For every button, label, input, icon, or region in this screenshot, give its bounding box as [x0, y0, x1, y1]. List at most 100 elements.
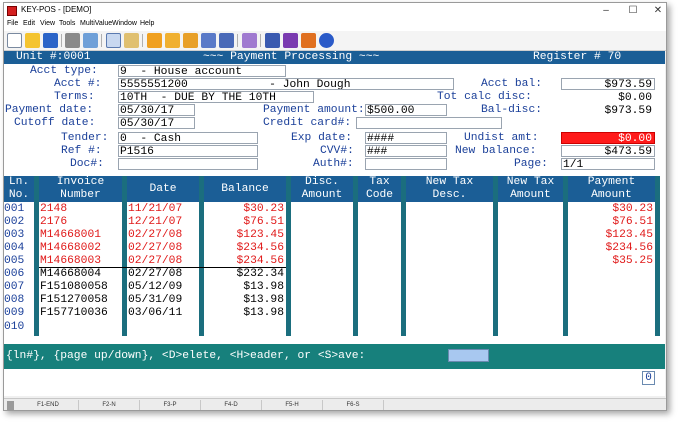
row-number: 006: [4, 268, 25, 280]
exp-date-field[interactable]: ####: [365, 132, 447, 144]
preview-icon[interactable]: [83, 33, 98, 48]
toolbar-separator: [61, 34, 62, 47]
register-number: Register # 70: [533, 51, 622, 63]
menu-edit[interactable]: Edit: [23, 20, 35, 27]
fkey-f2[interactable]: F2-N: [79, 400, 140, 410]
folder-open-icon[interactable]: [183, 33, 198, 48]
folder-star-icon[interactable]: [165, 33, 180, 48]
credit-card-field[interactable]: [356, 117, 502, 129]
report-icon[interactable]: [201, 33, 216, 48]
window-title: KEY-POS - [DEMO]: [21, 5, 92, 14]
invoice-number: M14668004: [40, 268, 102, 280]
invoice-date: 12/21/07: [128, 216, 183, 228]
terms-field[interactable]: 10TH - DUE BY THE 10TH: [118, 91, 314, 103]
invoice-number: M14668001: [40, 229, 102, 241]
fkey-f4[interactable]: F4-D: [201, 400, 262, 410]
invoice-date: 02/27/08: [128, 242, 183, 254]
row-number: 003: [4, 229, 25, 241]
col-header-ln: Ln. No.: [4, 176, 34, 202]
menu-help[interactable]: Help: [140, 20, 154, 27]
fkey-f5[interactable]: F5-H: [262, 400, 323, 410]
col-header-payment-amount: Payment Amount: [568, 176, 655, 202]
row-number: 005: [4, 255, 25, 267]
column-divider: [122, 176, 127, 336]
acct-type-label: Acct type:: [30, 65, 98, 77]
tender-field[interactable]: 0 - Cash: [118, 132, 258, 144]
toolbar-separator: [101, 34, 102, 47]
acct-bal-label: Acct bal:: [481, 78, 543, 90]
cvv-field[interactable]: ###: [365, 145, 447, 157]
paid-divider-line: [39, 267, 286, 268]
menu-tools[interactable]: Tools: [59, 20, 75, 27]
page-field: 1/1: [561, 158, 655, 170]
page-label: Page:: [514, 158, 548, 170]
terms-label: Terms:: [54, 91, 95, 103]
doc-field[interactable]: [118, 158, 258, 170]
status-icon: [7, 401, 14, 410]
invoice-number: F151270058: [40, 294, 108, 306]
folder-arrow-icon[interactable]: [147, 33, 162, 48]
invoice-date: 02/27/08: [128, 268, 183, 280]
invoice-date: 02/27/08: [128, 229, 183, 241]
invoice-balance: $232.34: [236, 268, 284, 280]
col-header-date: Date: [127, 176, 199, 202]
menu-window[interactable]: Window: [112, 20, 137, 27]
acct-number-field[interactable]: 5555551200 - John Dough: [118, 78, 454, 90]
auth-field[interactable]: [365, 158, 447, 170]
paste-icon[interactable]: [124, 33, 139, 48]
col-header-balance: Balance: [204, 176, 286, 202]
invoice-date: 03/06/11: [128, 307, 183, 319]
column-divider: [655, 176, 660, 336]
help-icon[interactable]: [319, 33, 334, 48]
menu-multivalue[interactable]: MultiValue: [80, 20, 112, 27]
invoice-number: M14668002: [40, 242, 102, 254]
payment-amount: $234.56: [605, 242, 653, 254]
toolbar-separator: [142, 34, 143, 47]
new-document-icon[interactable]: [7, 33, 22, 48]
command-input[interactable]: [448, 349, 489, 362]
acct-number-label: Acct #:: [54, 78, 102, 90]
unit-number: Unit #:0001: [16, 51, 91, 63]
menu-file[interactable]: File: [7, 20, 18, 27]
cutoff-date-label: Cutoff date:: [14, 117, 96, 129]
fkey-f3[interactable]: F3-P: [140, 400, 201, 410]
payment-amount-field[interactable]: $500.00: [365, 104, 447, 116]
settings-gear-icon[interactable]: [242, 33, 257, 48]
form-icon[interactable]: [219, 33, 234, 48]
auth-label: Auth#:: [313, 158, 354, 170]
menu-view[interactable]: View: [40, 20, 55, 27]
fkey-f6[interactable]: F6-S: [323, 400, 384, 410]
command-prompt: {ln#}, {page up/down}, <D>elete, <H>eade…: [6, 350, 366, 362]
exp-date-label: Exp date:: [291, 132, 353, 144]
acct-type-field[interactable]: 9 - House account: [118, 65, 286, 77]
command-bar: {ln#}, {page up/down}, <D>elete, <H>eade…: [4, 344, 665, 369]
doc-label: Doc#:: [70, 158, 104, 170]
fkey-f1[interactable]: F1-END: [18, 400, 79, 410]
refresh-icon[interactable]: [301, 33, 316, 48]
invoice-balance: $76.51: [243, 216, 284, 228]
open-folder-icon[interactable]: [25, 33, 40, 48]
row-number: 008: [4, 294, 25, 306]
invoice-number: F157710036: [40, 307, 108, 319]
row-number: 004: [4, 242, 25, 254]
payment-date-label: Payment date:: [5, 104, 94, 116]
payment-date-field[interactable]: 05/30/17: [118, 104, 195, 116]
bal-disc-label: Bal-disc:: [481, 104, 543, 116]
book-icon[interactable]: [283, 33, 298, 48]
undist-amt-field: $0.00: [561, 132, 655, 144]
maximize-icon[interactable]: ☐: [622, 4, 644, 18]
pin-icon[interactable]: [265, 33, 280, 48]
cutoff-date-field[interactable]: 05/30/17: [118, 117, 195, 129]
close-icon[interactable]: ✕: [647, 4, 666, 18]
minimize-icon[interactable]: –: [595, 4, 617, 18]
tot-calc-disc-field: $0.00: [561, 91, 655, 103]
copy-icon[interactable]: [106, 33, 121, 48]
row-number: 010: [4, 321, 25, 333]
invoice-date: 05/12/09: [128, 281, 183, 293]
col-header-tax-code: Tax Code: [358, 176, 401, 202]
invoice-number: 2176: [40, 216, 68, 228]
print-icon[interactable]: [65, 33, 80, 48]
save-disk-icon[interactable]: [43, 33, 58, 48]
invoice-balance: $13.98: [243, 294, 284, 306]
ref-field[interactable]: P1516: [118, 145, 258, 157]
